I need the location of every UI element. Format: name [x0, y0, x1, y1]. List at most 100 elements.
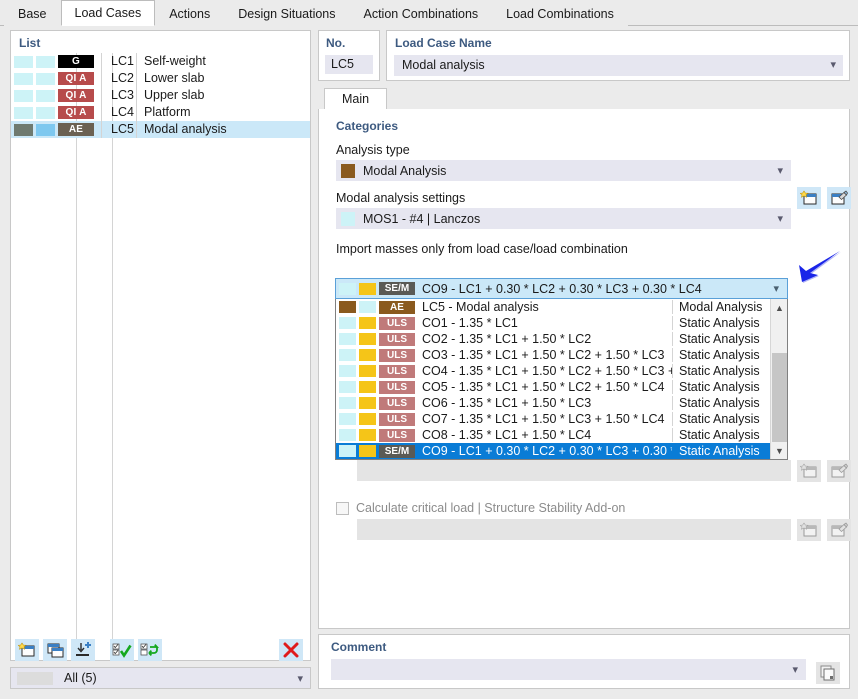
select-all-button[interactable]	[110, 639, 134, 661]
analysis-type-select[interactable]: Modal Analysis ▾	[336, 160, 791, 181]
option-analysis-type: Static Analysis	[672, 348, 772, 362]
option-badge: ULS	[379, 332, 415, 346]
option-label: CO7 - 1.35 * LC1 + 1.50 * LC3 + 1.50 * L…	[422, 412, 665, 426]
tab-main[interactable]: Main	[324, 88, 388, 110]
comment-input[interactable]: ▾	[331, 659, 806, 680]
option-analysis-type: Static Analysis	[672, 396, 772, 410]
import-masses-selected-value[interactable]: SE/M CO9 - LC1 + 0.30 * LC2 + 0.30 * LC3…	[335, 278, 788, 299]
comment-copy-button[interactable]	[816, 662, 840, 684]
tab-action-combinations[interactable]: Action Combinations	[349, 1, 493, 26]
list-item[interactable]: AE LC5 - Modal analysis Modal Analysis	[336, 299, 772, 315]
option-swatch-1	[339, 429, 356, 441]
load-case-name-label: Load Case Name	[395, 36, 492, 50]
list-item[interactable]: ULS CO2 - 1.35 * LC1 + 1.50 * LC2 Static A…	[336, 331, 772, 347]
list-item[interactable]: ULS CO4 - 1.35 * LC1 + 1.50 * LC2 + 1.50 …	[336, 363, 772, 379]
table-row[interactable]: G LC1 Self-weight	[11, 53, 310, 70]
option-label: CO5 - 1.35 * LC1 + 1.50 * LC2 + 1.50 * L…	[422, 380, 665, 394]
row-swatch-1	[14, 123, 33, 136]
modal-settings-select[interactable]: MOS1 - #4 | Lanczos ▾	[336, 208, 791, 229]
list-item[interactable]: SE/M CO9 - LC1 + 0.30 * LC2 + 0.30 * LC3 …	[336, 443, 772, 459]
row-number: LC1	[101, 53, 136, 70]
chevron-down-icon[interactable]: ▾	[792, 663, 798, 676]
list-item[interactable]: ULS CO6 - 1.35 * LC1 + 1.50 * LC3 Static A…	[336, 395, 772, 411]
filter-swatch	[17, 671, 53, 685]
option-swatch-1	[339, 301, 356, 313]
row-swatch-2	[36, 72, 55, 85]
list-column-divider-2	[112, 53, 113, 653]
comment-label: Comment	[331, 640, 387, 654]
row-swatch-1	[14, 89, 33, 102]
table-row[interactable]: QI A LC2 Lower slab	[11, 70, 310, 87]
option-label: CO4 - 1.35 * LC1 + 1.50 * LC2 + 1.50 * L…	[422, 364, 672, 378]
list-filter-select[interactable]: All (5) ▾	[10, 667, 311, 689]
option-analysis-type: Modal Analysis	[672, 300, 772, 314]
option-badge: AE	[379, 300, 415, 314]
row-name: Platform	[136, 104, 310, 121]
no-value[interactable]: LC5	[325, 55, 373, 74]
list-item[interactable]: ULS CO5 - 1.35 * LC1 + 1.50 * LC2 + 1.50 …	[336, 379, 772, 395]
option-swatch-1	[339, 445, 356, 457]
option-badge: ULS	[379, 364, 415, 378]
list-item[interactable]: ULS CO8 - 1.35 * LC1 + 1.50 * LC4 Static A…	[336, 427, 772, 443]
option-swatch-1	[339, 397, 356, 409]
load-case-list-panel: List G LC1 Self-weight QI A LC2 Lower slab QI …	[10, 30, 311, 661]
status-badge: AE	[58, 123, 94, 136]
load-case-name-input[interactable]: Modal analysis ▾	[394, 55, 843, 76]
option-swatch-1	[339, 317, 356, 329]
modal-settings-new-button[interactable]	[797, 187, 821, 209]
categories-label: Categories	[336, 119, 399, 133]
copy-load-case-button[interactable]	[43, 639, 67, 661]
new-load-case-button[interactable]	[15, 639, 39, 661]
option-analysis-type: Static Analysis	[672, 364, 772, 378]
list-item[interactable]: ULS CO3 - 1.35 * LC1 + 1.50 * LC2 + 1.50 …	[336, 347, 772, 363]
load-case-list[interactable]: G LC1 Self-weight QI A LC2 Lower slab QI A LC3 U…	[11, 53, 310, 653]
option-label: CO3 - 1.35 * LC1 + 1.50 * LC2 + 1.50 * L…	[422, 348, 665, 362]
critical-load-new-button	[797, 519, 821, 541]
row-number: LC4	[101, 104, 136, 121]
invert-selection-button[interactable]	[138, 639, 162, 661]
modal-settings-swatch	[341, 211, 355, 226]
delete-load-case-button[interactable]	[279, 639, 303, 661]
option-badge: ULS	[379, 412, 415, 426]
row-swatch-2	[36, 55, 55, 68]
insert-load-case-button[interactable]	[71, 639, 95, 661]
option-badge: ULS	[379, 396, 415, 410]
modal-settings-edit-button[interactable]	[827, 187, 851, 209]
option-label: CO8 - 1.35 * LC1 + 1.50 * LC4	[422, 428, 592, 442]
analysis-type-swatch	[341, 163, 355, 178]
tab-actions[interactable]: Actions	[155, 1, 225, 26]
tab-load-combinations[interactable]: Load Combinations	[492, 1, 628, 26]
table-row[interactable]: QI A LC4 Platform	[11, 104, 310, 121]
table-row[interactable]: AE LC5 Modal analysis	[11, 121, 310, 138]
scroll-up-icon[interactable]: ▲	[771, 299, 787, 316]
option-swatch-2	[359, 445, 376, 457]
row-swatch-1	[14, 72, 33, 85]
scrollbar-thumb[interactable]	[772, 353, 787, 443]
no-label: No.	[326, 36, 346, 50]
option-swatch-1	[339, 381, 356, 393]
option-analysis-type: Static Analysis	[672, 316, 772, 330]
row-swatch-1	[14, 55, 33, 68]
option-swatch-2	[359, 429, 376, 441]
main-tabstrip: Base Load Cases Actions Design Situations Ac…	[0, 0, 858, 26]
list-item[interactable]: ULS CO1 - 1.35 * LC1 Static Analysis	[336, 315, 772, 331]
tab-load-cases[interactable]: Load Cases	[60, 0, 156, 26]
dropdown-scrollbar[interactable]: ▲ ▼	[770, 299, 787, 459]
table-row[interactable]: QI A LC3 Upper slab	[11, 87, 310, 104]
tab-design-situations[interactable]: Design Situations	[224, 1, 350, 26]
scroll-down-icon[interactable]: ▼	[771, 442, 787, 459]
analysis-type-label: Analysis type	[336, 143, 410, 157]
status-badge: QI A	[58, 106, 94, 119]
modal-settings-value: MOS1 - #4 | Lanczos	[363, 211, 481, 226]
import-masses-option-list[interactable]: AE LC5 - Modal analysis Modal Analysis ULS C…	[335, 299, 788, 460]
list-item[interactable]: ULS CO7 - 1.35 * LC1 + 1.50 * LC3 + 1.50 …	[336, 411, 772, 427]
structure-modification-new-button	[797, 460, 821, 482]
import-masses-dropdown[interactable]: SE/M CO9 - LC1 + 0.30 * LC2 + 0.30 * LC3…	[335, 278, 788, 460]
load-case-name-value: Modal analysis	[402, 58, 485, 72]
import-masses-swatch-1	[339, 282, 356, 295]
tab-base[interactable]: Base	[4, 1, 61, 26]
critical-load-checkbox	[336, 501, 349, 515]
chevron-down-icon[interactable]: ▾	[830, 55, 836, 76]
chevron-down-icon[interactable]: ▾	[773, 282, 779, 295]
option-swatch-1	[339, 365, 356, 377]
